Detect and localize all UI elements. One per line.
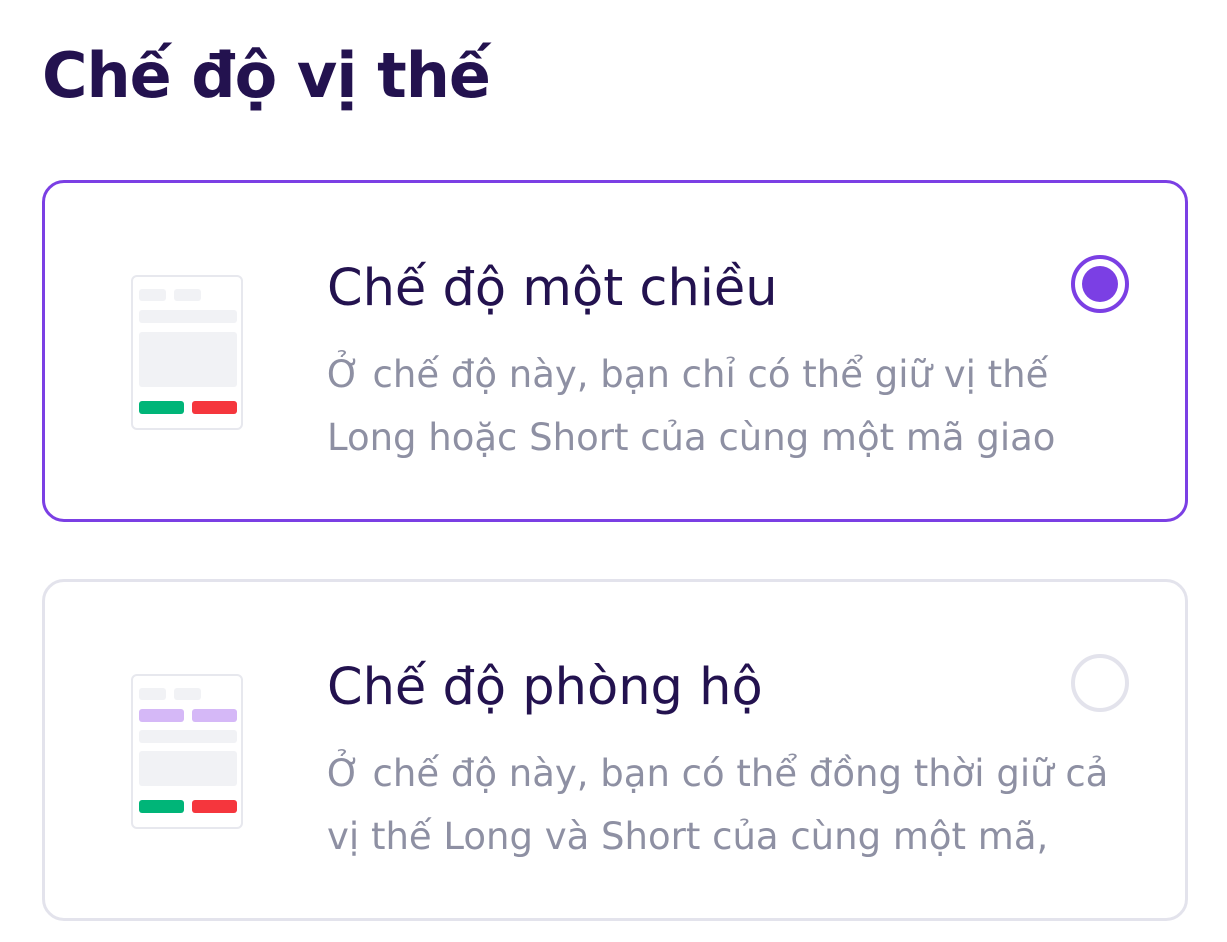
one-way-mode-option[interactable]: Chế độ một chiều Ở chế độ này, bạn chỉ c… — [42, 180, 1188, 522]
hedge-mode-title: Chế độ phòng hộ — [327, 658, 763, 717]
hedge-mode-option[interactable]: Chế độ phòng hộ Ở chế độ này, bạn có thể… — [42, 579, 1188, 921]
description-line: Ở chế độ này, bạn có thể đồng thời giữ c… — [327, 752, 1109, 795]
hedge-mode-radio[interactable] — [1071, 654, 1129, 712]
description-line: Long hoặc Short của cùng một mã giao — [327, 416, 1056, 459]
one-way-mode-description: Ở chế độ này, bạn chỉ có thể giữ vị thế … — [327, 343, 1107, 469]
one-way-mode-title: Chế độ một chiều — [327, 259, 778, 318]
hedge-mode-illustration-icon — [131, 674, 243, 829]
page-title: Chế độ vị thế — [42, 39, 491, 112]
description-line: Ở chế độ này, bạn chỉ có thể giữ vị thế — [327, 353, 1049, 396]
hedge-mode-description: Ở chế độ này, bạn có thể đồng thời giữ c… — [327, 742, 1109, 868]
one-way-mode-illustration-icon — [131, 275, 243, 430]
description-line: vị thế Long và Short của cùng một mã, — [327, 815, 1049, 858]
one-way-mode-radio[interactable] — [1071, 255, 1129, 313]
